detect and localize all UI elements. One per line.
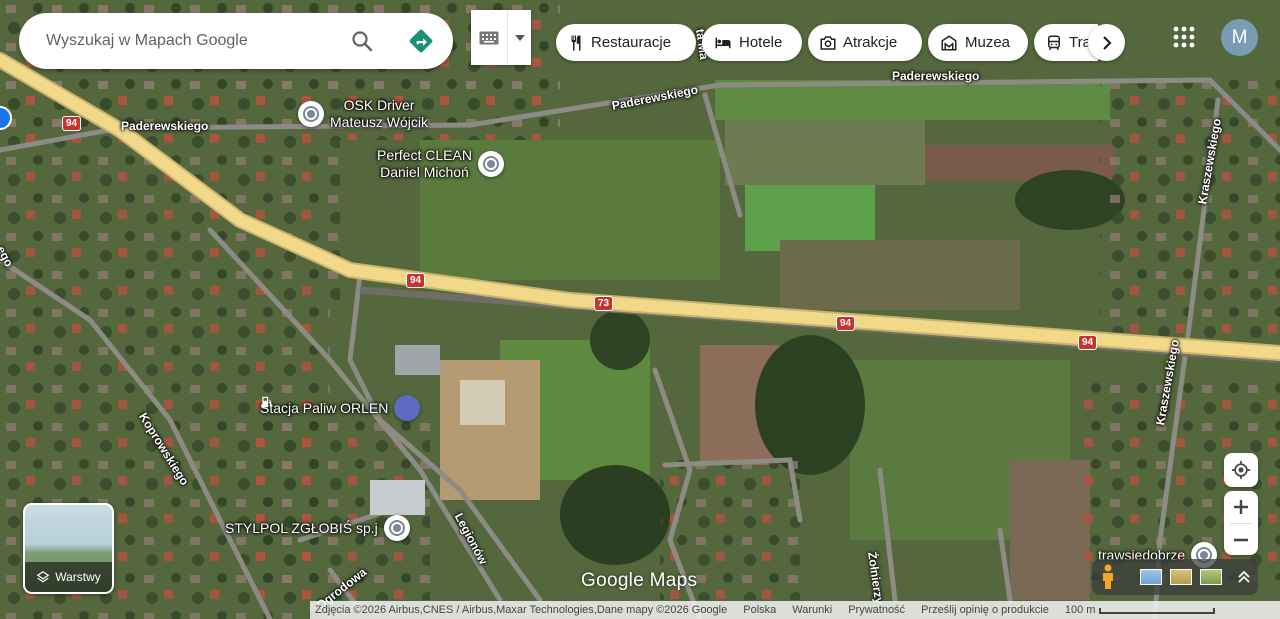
restaurant-icon <box>571 35 581 50</box>
poi-osk-driver[interactable]: OSK Driver Mateusz Wójcik <box>298 97 428 131</box>
zoom-in-button[interactable] <box>1224 491 1258 523</box>
directions-icon[interactable] <box>408 28 434 54</box>
road-label-paderewskiego: Paderewskiego <box>121 119 209 133</box>
poi-name: Stacja Paliw ORLEN <box>260 399 389 416</box>
pegman-icon[interactable] <box>1100 564 1116 590</box>
place-pin-icon <box>298 101 324 127</box>
layers-label: Warstwy <box>55 570 101 584</box>
keyboard-icon[interactable] <box>471 31 507 45</box>
chip-label: Hotele <box>739 34 783 51</box>
satellite-map[interactable]: Paderewskiego Paderewskiego Paderewskieg… <box>0 0 1280 619</box>
camera-icon <box>820 35 836 50</box>
search-box <box>19 13 453 69</box>
route-shield: 94 <box>1078 335 1098 350</box>
chip-label: Restauracje <box>591 34 672 51</box>
terms-link[interactable]: Warunki <box>792 604 832 616</box>
scale-label[interactable]: 100 m <box>1065 604 1096 616</box>
input-tools <box>471 10 531 65</box>
chevron-right-icon[interactable] <box>1088 24 1125 61</box>
country-link[interactable]: Polska <box>743 604 776 616</box>
gas-station-icon <box>262 395 421 421</box>
layers-icon <box>36 571 50 583</box>
place-pin-icon <box>383 515 410 541</box>
apps-grid-icon[interactable] <box>1172 25 1196 49</box>
transit-icon <box>1048 35 1060 50</box>
poi-name: Mateusz Wójcik <box>330 114 429 130</box>
google-maps-logo: Google Maps <box>581 570 698 591</box>
poi-name: OSK Driver <box>343 97 415 113</box>
chip-restaurants[interactable]: Restauracje <box>556 24 696 61</box>
zoom-out-button[interactable] <box>1224 524 1258 555</box>
hotel-icon <box>715 37 731 48</box>
search-icon[interactable] <box>350 29 374 53</box>
account-avatar[interactable]: M <box>1221 19 1258 56</box>
place-pin-icon <box>477 151 504 177</box>
poi-name: STYLPOL ZGŁOBIŚ sp.j <box>225 519 378 536</box>
chip-label: Muzea <box>965 34 1011 51</box>
museum-icon <box>941 34 957 50</box>
attribution-text: Zdjęcia ©2026 Airbus,CNES / Airbus,Maxar… <box>315 604 728 616</box>
imagery-thumbnail[interactable] <box>1170 569 1192 585</box>
zoom-control <box>1224 491 1258 555</box>
poi-name: Perfect CLEAN <box>377 147 472 163</box>
chip-attractions[interactable]: Atrakcje <box>808 24 922 61</box>
imagery-thumbnail[interactable] <box>1140 569 1162 585</box>
my-location-button[interactable] <box>1224 453 1258 487</box>
crosshair-icon <box>1231 460 1251 480</box>
route-shield: 73 <box>594 296 614 311</box>
layers-button[interactable]: Warstwy <box>23 503 114 594</box>
chip-hotels[interactable]: Hotele <box>702 24 802 61</box>
scale-bar[interactable] <box>1099 608 1216 614</box>
imagery-thumbnail[interactable] <box>1200 569 1222 585</box>
route-shield: 94 <box>406 273 426 288</box>
privacy-link[interactable]: Prywatność <box>848 604 905 616</box>
feedback-link[interactable]: Prześlij opinię o produkcie <box>921 604 1049 616</box>
poi-name: Daniel Michoń <box>380 164 469 180</box>
search-input[interactable] <box>46 32 341 50</box>
minus-icon <box>1234 538 1248 542</box>
chevron-down-icon[interactable] <box>507 10 531 65</box>
poi-stylpol[interactable]: STYLPOL ZGŁOBIŚ sp.j <box>225 515 410 541</box>
road-label-paderewskiego: Paderewskiego <box>892 69 980 83</box>
route-shield: 94 <box>836 316 856 331</box>
chevron-up-icon[interactable] <box>1238 571 1250 583</box>
chip-label: Atrakcje <box>843 34 898 51</box>
poi-perfect-clean[interactable]: Perfect CLEAN Daniel Michoń <box>377 147 504 181</box>
chip-museums[interactable]: Muzea <box>928 24 1028 61</box>
route-shield: 94 <box>62 116 82 131</box>
footer-bar: Zdjęcia ©2026 Airbus,CNES / Airbus,Maxar… <box>310 601 1280 619</box>
street-view-bar <box>1092 559 1258 595</box>
plus-icon <box>1234 500 1248 514</box>
poi-orlen[interactable]: Stacja Paliw ORLEN <box>260 395 421 421</box>
